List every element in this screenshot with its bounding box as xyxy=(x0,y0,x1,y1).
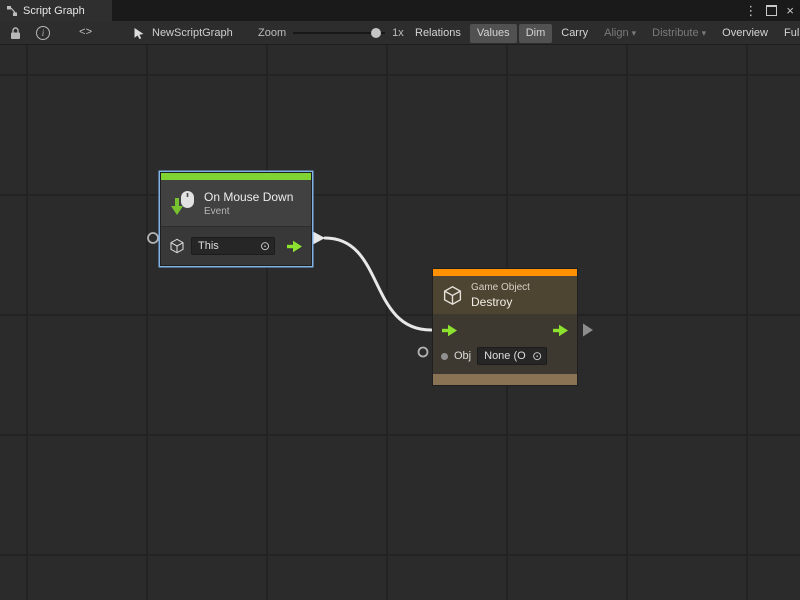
destroy-node-body: Obj None (O ⊙ xyxy=(433,314,577,374)
lock-icon[interactable] xyxy=(5,24,25,42)
zoom-label: Zoom xyxy=(258,27,286,39)
destroy-node-titles: Game Object Destroy xyxy=(471,282,530,309)
wire-layer xyxy=(0,45,800,600)
align-button[interactable]: Align ▾ xyxy=(597,24,643,43)
graph-canvas[interactable]: On Mouse Down Event This ⊙ xyxy=(0,45,800,600)
overview-button[interactable]: Overview xyxy=(715,24,775,43)
obj-port-dot-icon xyxy=(441,353,448,360)
dim-button[interactable]: Dim xyxy=(519,24,553,43)
destroy-output-port[interactable] xyxy=(583,324,593,337)
node-destroy[interactable]: Game Object Destroy xyxy=(432,268,578,386)
destroy-flow-input-port[interactable] xyxy=(441,324,458,337)
destroy-flow-output-port[interactable] xyxy=(552,324,569,337)
menu-icon[interactable]: ⋮ xyxy=(744,4,757,17)
graph-toolbar: i <> NewScriptGraph Zoom 1x Relations Va… xyxy=(0,21,800,45)
graph-name: NewScriptGraph xyxy=(152,27,233,39)
window-controls: ⋮ × xyxy=(744,0,798,21)
wire-start-arrow-icon xyxy=(313,232,325,245)
distribute-button[interactable]: Distribute ▾ xyxy=(645,24,713,43)
cube-icon xyxy=(442,285,463,306)
mouse-down-event-icon xyxy=(170,190,196,216)
zoom-control: Zoom 1x xyxy=(258,21,404,45)
distribute-button-label: Distribute xyxy=(652,27,698,39)
align-button-label: Align xyxy=(604,27,628,39)
destroy-flow-row xyxy=(441,320,569,340)
tab-title: Script Graph xyxy=(23,5,85,17)
values-button[interactable]: Values xyxy=(470,24,517,43)
event-node-input-port[interactable] xyxy=(148,233,158,243)
target-picker-icon: ⊙ xyxy=(260,240,270,252)
graph-tab-icon xyxy=(6,5,18,17)
destroy-node-footer-strip xyxy=(433,374,577,385)
maximize-icon[interactable] xyxy=(766,5,777,16)
connection-wire[interactable] xyxy=(325,238,431,330)
obj-object-field[interactable]: None (O ⊙ xyxy=(477,347,547,365)
chevron-down-icon: ▾ xyxy=(702,28,707,38)
relations-button[interactable]: Relations xyxy=(408,24,468,43)
destroy-node-title: Destroy xyxy=(471,295,530,309)
zoom-slider[interactable] xyxy=(293,26,385,40)
obj-param-label: Obj xyxy=(454,350,471,362)
carry-button[interactable]: Carry xyxy=(554,24,595,43)
destroy-node-header: Game Object Destroy xyxy=(433,276,577,314)
graph-breadcrumb[interactable]: NewScriptGraph xyxy=(133,21,233,45)
event-node-titles: On Mouse Down Event xyxy=(204,190,293,217)
destroy-node-header-strip xyxy=(433,269,577,276)
tab-script-graph[interactable]: Script Graph xyxy=(0,0,112,21)
toolbar-left-group: i <> xyxy=(5,21,92,45)
toolbar-buttons: Relations Values Dim Carry Align ▾ Distri… xyxy=(408,21,800,45)
event-node-title: On Mouse Down xyxy=(204,190,293,204)
target-picker-icon: ⊙ xyxy=(532,350,542,362)
event-node-body: This ⊙ xyxy=(161,226,311,265)
titlebar: Script Graph ⋮ × xyxy=(0,0,800,21)
zoom-slider-thumb[interactable] xyxy=(371,28,381,38)
node-on-mouse-down[interactable]: On Mouse Down Event This ⊙ xyxy=(160,172,312,266)
cursor-icon xyxy=(133,27,145,40)
script-graph-window: Script Graph ⋮ × i <> NewScriptGraph Zoo… xyxy=(0,0,800,600)
chevron-down-icon: ▾ xyxy=(632,28,637,38)
code-icon[interactable]: <> xyxy=(79,27,92,39)
destroy-node-category: Game Object xyxy=(471,282,530,293)
event-target-value: This xyxy=(198,240,219,252)
event-flow-output-port[interactable] xyxy=(286,240,303,253)
destroy-obj-input-port[interactable] xyxy=(419,348,428,357)
event-target-field[interactable]: This ⊙ xyxy=(191,237,275,255)
event-node-header-strip xyxy=(161,173,311,180)
fullscreen-button[interactable]: Full S xyxy=(777,24,800,43)
obj-object-value: None (O xyxy=(484,350,526,362)
destroy-obj-row: Obj None (O ⊙ xyxy=(441,346,569,366)
event-node-header: On Mouse Down Event xyxy=(161,180,311,226)
info-icon[interactable]: i xyxy=(33,24,53,42)
close-icon[interactable]: × xyxy=(786,4,794,17)
event-node-subtitle: Event xyxy=(204,206,293,217)
zoom-value: 1x xyxy=(392,27,404,39)
cube-icon xyxy=(169,238,185,254)
